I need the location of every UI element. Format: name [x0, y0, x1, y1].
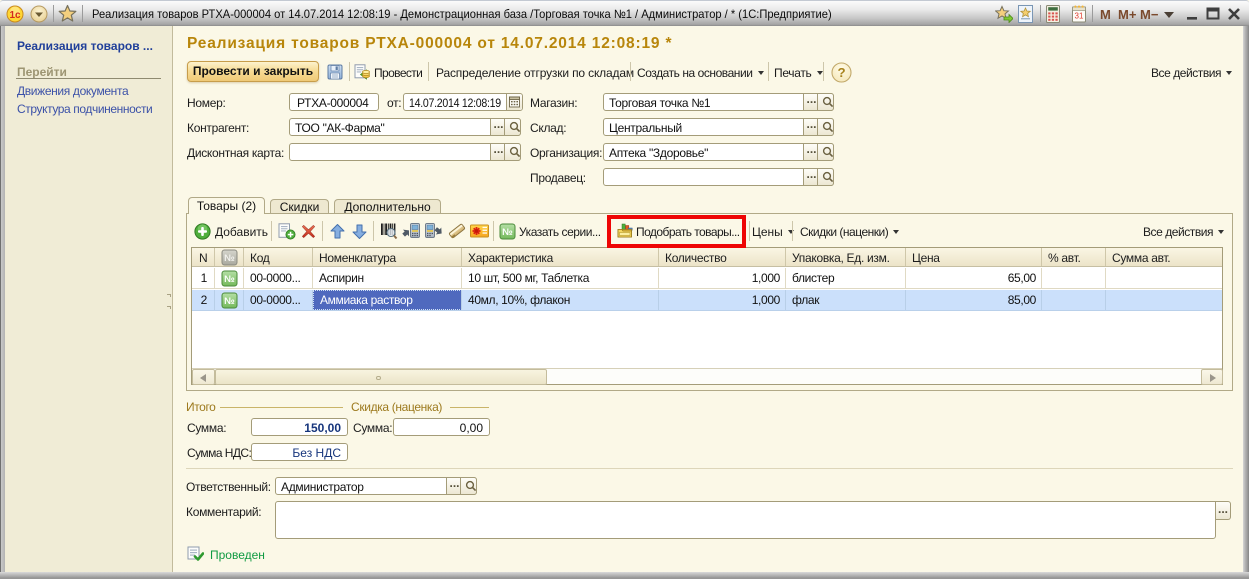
svg-text:31: 31 — [1075, 12, 1084, 21]
svg-text:1с: 1с — [9, 10, 21, 21]
svg-text:№: № — [502, 227, 513, 238]
svg-text:№: № — [224, 296, 235, 307]
svg-text:?: ? — [837, 65, 845, 80]
svg-text:№: № — [224, 274, 235, 285]
svg-text:№: № — [224, 253, 235, 264]
